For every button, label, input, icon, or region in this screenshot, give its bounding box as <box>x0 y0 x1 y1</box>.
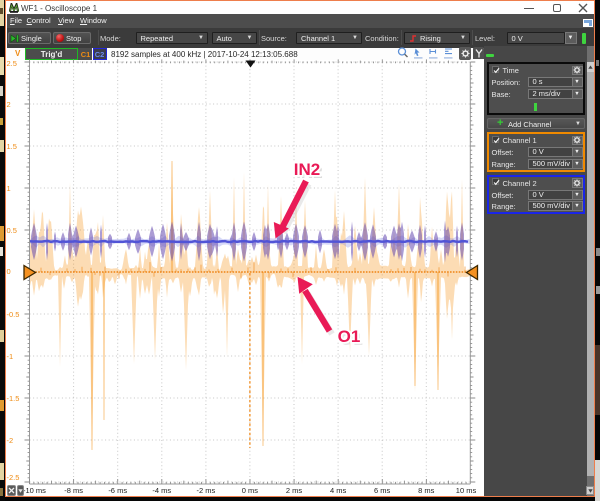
svg-text:IN2: IN2 <box>294 160 320 179</box>
svg-text:O1: O1 <box>338 327 361 346</box>
